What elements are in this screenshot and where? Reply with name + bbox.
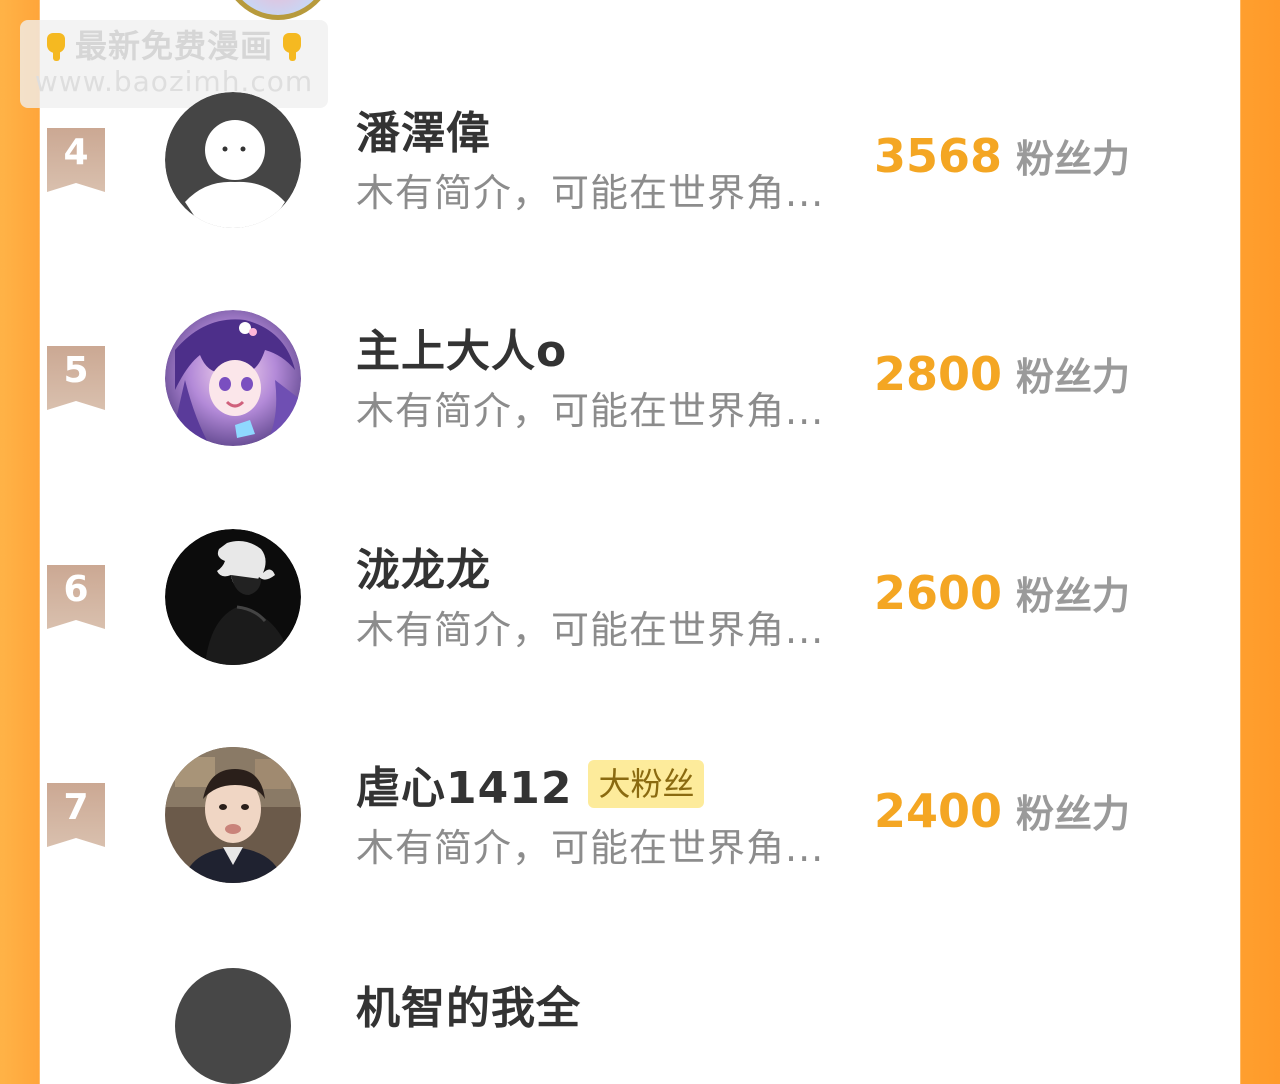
fan-power-label: 粉丝力 [1015,574,1130,618]
ranking-row[interactable]: 6 泷龙龙 木有简介，可能在世界角... 2600 粉丝力 [0,517,1200,677]
avatar[interactable] [165,747,301,883]
partial-bottom-user-name[interactable]: 机智的我全 [356,972,581,1036]
user-name[interactable]: 主上大人o [356,315,567,379]
user-bio: 木有简介，可能在世界角... [356,389,825,433]
fan-power-label: 粉丝力 [1015,137,1130,181]
user-name[interactable]: 潘澤偉 [356,97,491,161]
boy-photo-avatar-icon [165,747,301,883]
pointing-down-hand-icon [43,31,69,61]
ranking-row[interactable]: 4 潘澤偉 木有简介，可能在世界角... 3568 粉丝力 [0,80,1200,240]
fan-power: 2600 粉丝力 [874,565,1130,620]
rank-number: 5 [63,350,89,391]
rank-badge: 7 [45,783,107,847]
user-bio: 木有简介，可能在世界角... [356,171,825,215]
default-person-avatar-icon [165,92,301,228]
rank-badge: 6 [45,565,107,629]
fan-power-value: 2400 [873,784,1002,838]
ranking-row[interactable]: 5 主上大人o 木有简介，可能在世界角... 2800 粉丝力 [0,298,1200,458]
rank-number: 7 [63,787,89,828]
fan-power: 3568 粉丝力 [874,128,1130,183]
rank-number: 4 [63,132,89,173]
rank-number: 6 [63,569,89,610]
partial-bottom-avatar[interactable] [175,968,291,1084]
user-bio: 木有简介，可能在世界角... [356,826,825,870]
fan-power-value: 3568 [873,129,1002,183]
avatar[interactable] [165,92,301,228]
dark-figure-avatar-icon [165,529,301,665]
fan-power-label: 粉丝力 [1015,792,1130,836]
user-name[interactable]: 泷龙龙 [356,534,491,598]
pointing-down-hand-icon [279,31,305,61]
anime-girl-avatar-icon [165,310,301,446]
rank-badge: 5 [45,346,107,410]
avatar[interactable] [165,310,301,446]
fan-power: 2400 粉丝力 [874,783,1130,838]
rank-badge: 4 [45,128,107,192]
fan-power: 2800 粉丝力 [874,346,1130,401]
super-fan-tag: 大粉丝 [588,760,705,808]
fan-power-value: 2600 [873,566,1002,620]
watermark-title: 最新免费漫画 [74,27,273,65]
avatar[interactable] [165,529,301,665]
ranking-row[interactable]: 7 虐心1412 大粉丝 木有简介，可能在世界角... 2400 粉丝力 [0,735,1200,895]
fan-power-label: 粉丝力 [1015,355,1130,399]
user-name[interactable]: 虐心1412 [356,752,572,816]
user-bio: 木有简介，可能在世界角... [356,608,825,652]
fan-power-value: 2800 [873,347,1002,401]
